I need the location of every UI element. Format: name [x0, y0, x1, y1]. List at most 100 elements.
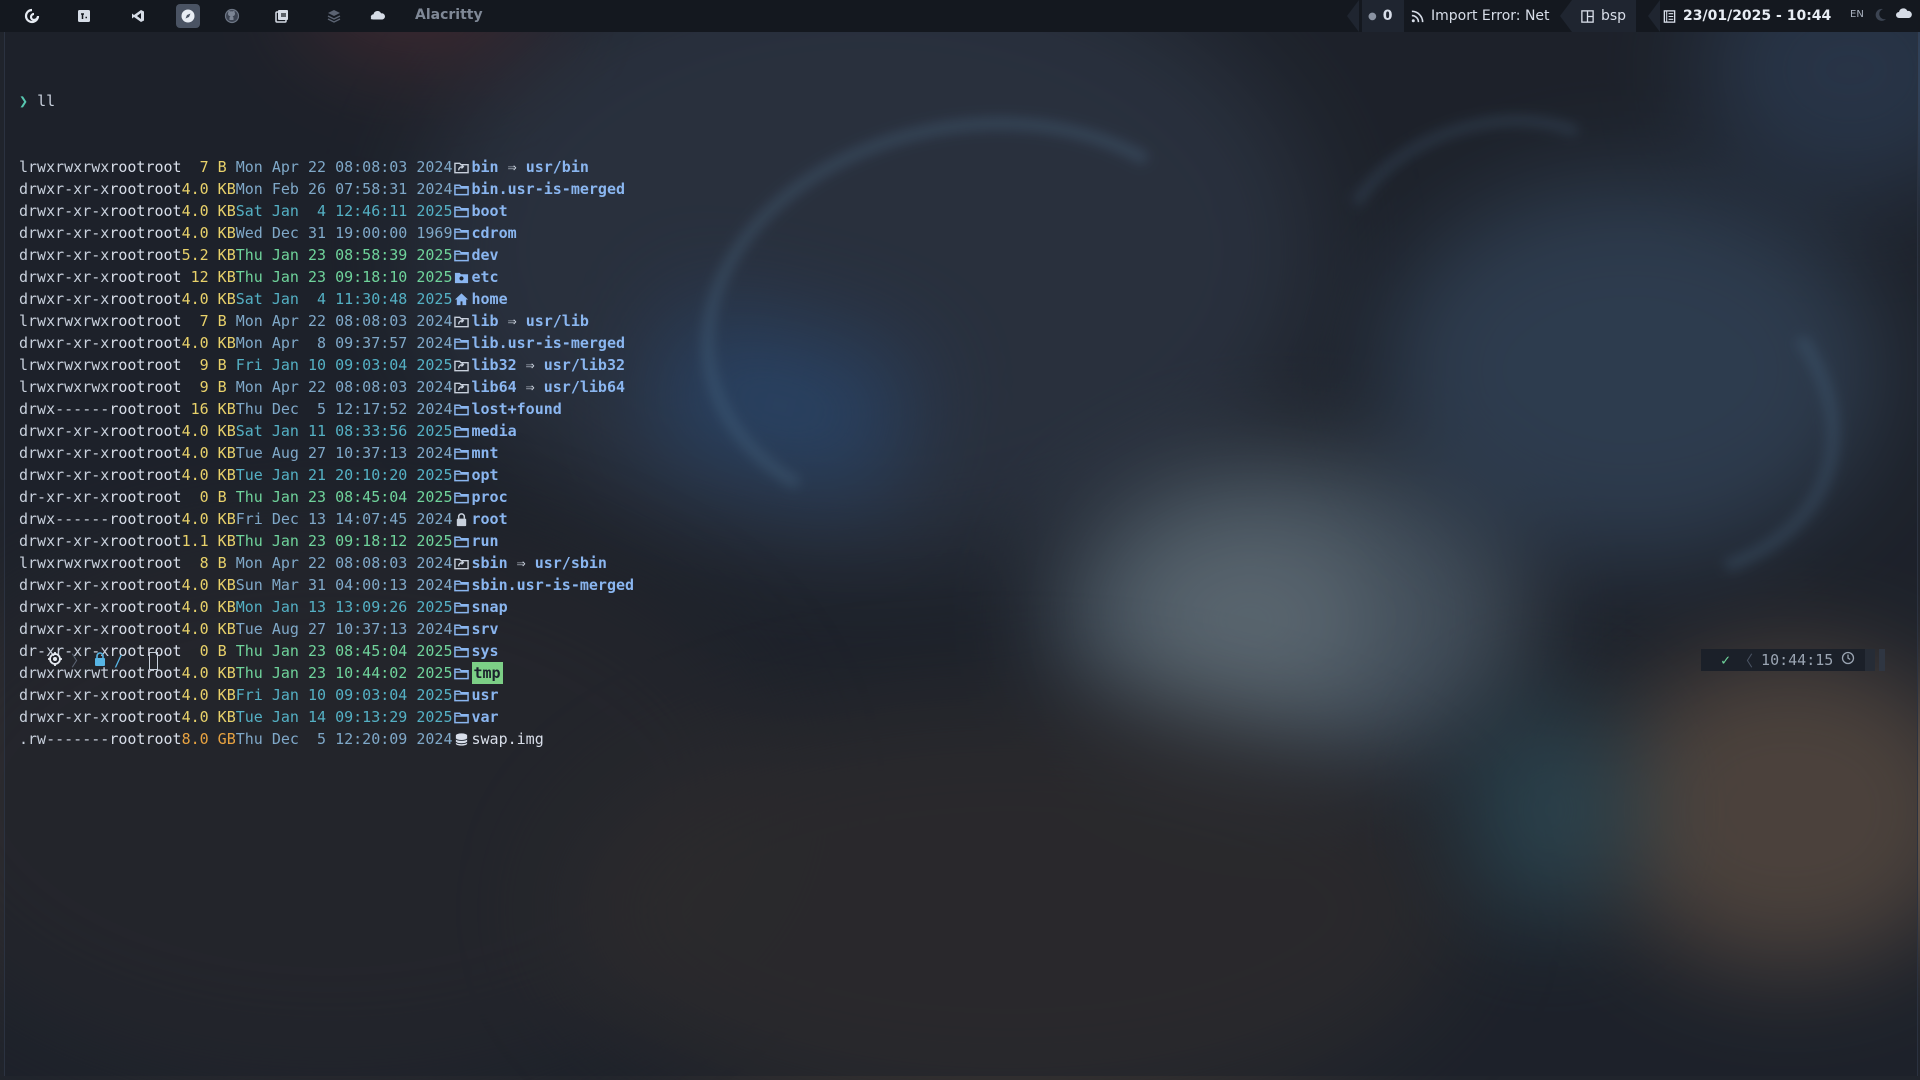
file-group: root — [145, 400, 182, 418]
layers-icon[interactable] — [322, 4, 346, 28]
file-name: lib.usr-is-merged — [471, 334, 626, 352]
list-item[interactable]: drwxr-xr-x root root 4.0 KB Tue Jan 21 2… — [19, 464, 634, 486]
modified-date: Sun Mar 31 04:00:13 2024 — [235, 576, 453, 594]
file-owner: root — [109, 488, 146, 506]
file-group: root — [145, 466, 182, 484]
file-size: 16 KB — [181, 400, 236, 418]
list-item[interactable]: drwxr-xr-x root root 4.0 KB Sun Mar 31 0… — [19, 574, 634, 596]
list-item[interactable]: drwxr-xr-x root root 4.0 KB Sat Jan 4 11… — [19, 288, 634, 310]
list-item[interactable]: lrwxrwxrwx root root 9 B Mon Apr 22 08:0… — [19, 376, 634, 398]
counter-module[interactable]: ● 0 — [1362, 0, 1405, 32]
file-name: lib64 — [471, 378, 517, 396]
file-size: 4.0 KB — [181, 620, 236, 638]
tray-app-icon[interactable] — [1896, 7, 1914, 27]
list-item[interactable]: drwxr-xr-x root root 4.0 KB Mon Jan 13 1… — [19, 596, 634, 618]
command-text: ll — [37, 92, 56, 110]
modified-date: Mon Feb 26 07:58:31 2024 — [235, 180, 453, 198]
symlink-icon — [453, 554, 471, 572]
list-item[interactable]: drwxr-xr-x root root 4.0 KB Sat Jan 11 0… — [19, 420, 634, 442]
list-item[interactable]: drwxr-xr-x root root 4.0 KB Fri Jan 10 0… — [19, 684, 634, 706]
file-name: opt — [471, 466, 499, 484]
layout-module[interactable]: bsp — [1572, 0, 1637, 32]
vscode-icon[interactable] — [126, 4, 150, 28]
file-owner: root — [109, 378, 146, 396]
modified-date: Sat Jan 11 08:33:56 2025 — [235, 422, 453, 440]
file-size: 8 B — [181, 554, 236, 572]
terminal-window[interactable]: ❯ ll lrwxrwxrwx root root 7 B Mon Apr 22… — [4, 32, 1918, 1076]
file-group: root — [145, 246, 182, 264]
file-size: 7 B — [181, 158, 236, 176]
file-name: sys — [471, 642, 499, 660]
file-group: root — [145, 224, 182, 242]
compass-icon[interactable] — [176, 4, 200, 28]
list-item[interactable]: lrwxrwxrwx root root 8 B Mon Apr 22 08:0… — [19, 552, 634, 574]
modified-date: Thu Jan 23 08:45:04 2025 — [235, 642, 453, 660]
permissions: drwx------ — [19, 400, 110, 418]
list-item[interactable]: drwxr-xr-x root root 4.0 KB Wed Dec 31 1… — [19, 222, 634, 244]
list-item[interactable]: drwx------ root root 4.0 KB Fri Dec 13 1… — [19, 508, 634, 530]
modified-date: Sat Jan 4 12:46:11 2025 — [235, 202, 453, 220]
modified-date: Mon Apr 22 08:08:03 2024 — [235, 312, 453, 330]
permissions: lrwxrwxrwx — [19, 312, 110, 330]
modified-date: Mon Apr 22 08:08:03 2024 — [235, 158, 453, 176]
github-icon[interactable] — [220, 4, 244, 28]
permissions: drwxr-xr-x — [19, 466, 110, 484]
keyboard-layout[interactable]: EN — [1850, 9, 1864, 20]
file-group: root — [145, 180, 182, 198]
modified-date: Tue Aug 27 10:37:13 2024 — [235, 620, 453, 638]
file-name: srv — [471, 620, 499, 638]
file-group: root — [145, 444, 182, 462]
file-group: root — [145, 730, 182, 748]
file-group: root — [145, 686, 182, 704]
list-item[interactable]: drwxr-xr-x root root 4.0 KB Sat Jan 4 12… — [19, 200, 634, 222]
file-group: root — [145, 422, 182, 440]
terminal-icon[interactable] — [72, 4, 96, 28]
cloud-icon[interactable] — [366, 4, 390, 28]
file-owner: root — [109, 180, 146, 198]
debian-icon[interactable] — [20, 4, 44, 28]
list-item[interactable]: dr-xr-xr-x root root 0 B Thu Jan 23 08:4… — [19, 486, 634, 508]
file-owner: root — [109, 576, 146, 594]
file-name: cdrom — [471, 224, 517, 242]
moon-icon[interactable] — [1874, 7, 1888, 27]
list-item[interactable]: lrwxrwxrwx root root 7 B Mon Apr 22 08:0… — [19, 310, 634, 332]
folder-icon — [453, 334, 471, 352]
list-item[interactable]: drwxr-xr-x root root 4.0 KB Tue Aug 27 1… — [19, 618, 634, 640]
file-size: 4.0 KB — [181, 686, 236, 704]
file-size: 4.0 KB — [181, 422, 236, 440]
list-item[interactable]: .rw------- root root 8.0 GB Thu Dec 5 12… — [19, 728, 634, 750]
list-item[interactable]: drwxr-xr-x root root 4.0 KB Mon Apr 8 09… — [19, 332, 634, 354]
file-size: 4.0 KB — [181, 664, 236, 682]
list-item[interactable]: lrwxrwxrwx root root 7 B Mon Apr 22 08:0… — [19, 156, 634, 178]
list-item[interactable]: lrwxrwxrwx root root 9 B Fri Jan 10 09:0… — [19, 354, 634, 376]
list-item[interactable]: drwxr-xr-x root root 4.0 KB Tue Aug 27 1… — [19, 442, 634, 464]
file-group: root — [145, 356, 182, 374]
file-group: root — [145, 290, 182, 308]
list-item[interactable]: drwx------ root root 16 KB Thu Dec 5 12:… — [19, 398, 634, 420]
folder-icon — [453, 488, 471, 506]
symlink-icon — [453, 356, 471, 374]
list-item[interactable]: drwxr-xr-x root root 1.1 KB Thu Jan 23 0… — [19, 530, 634, 552]
file-owner: root — [109, 554, 146, 572]
terminal-output: ❯ ll lrwxrwxrwx root root 7 B Mon Apr 22… — [19, 46, 634, 794]
files-icon[interactable] — [270, 4, 294, 28]
symlink-arrow: ⇒ — [516, 378, 544, 396]
network-module[interactable]: Import Error: Net — [1410, 0, 1550, 32]
list-item[interactable]: drwxr-xr-x root root 4.0 KB Mon Feb 26 0… — [19, 178, 634, 200]
list-item[interactable]: drwxr-xr-x root root 12 KB Thu Jan 23 09… — [19, 266, 634, 288]
datetime-module[interactable]: 23/01/2025 - 10:44 — [1662, 0, 1831, 32]
file-group: root — [145, 202, 182, 220]
file-size: 4.0 KB — [181, 510, 236, 528]
symlink-target: usr/sbin — [534, 554, 607, 572]
file-size: 4.0 KB — [181, 224, 236, 242]
file-name: mnt — [471, 444, 499, 462]
modified-date: Thu Dec 5 12:17:52 2024 — [235, 400, 453, 418]
file-owner: root — [109, 290, 146, 308]
permissions: drwxr-xr-x — [19, 268, 110, 286]
prompt-time: 10:44:15 — [1761, 651, 1834, 669]
list-item[interactable]: drwxr-xr-x root root 5.2 KB Thu Jan 23 0… — [19, 244, 634, 266]
text-cursor[interactable] — [149, 651, 159, 670]
command-line: ❯ ll — [19, 90, 634, 112]
list-item[interactable]: drwxr-xr-x root root 4.0 KB Tue Jan 14 0… — [19, 706, 634, 728]
file-size: 8.0 GB — [181, 730, 236, 748]
